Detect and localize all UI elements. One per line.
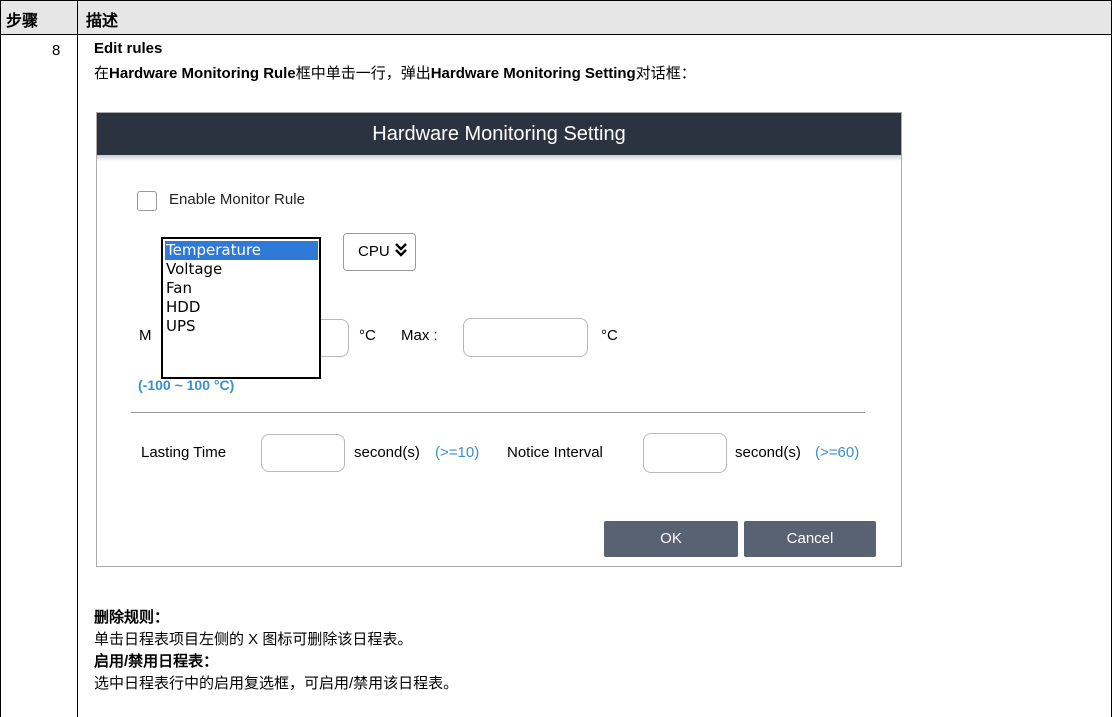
max-unit: °C [601, 327, 618, 344]
option-ups[interactable]: UPS [165, 317, 318, 336]
dialog-title: Hardware Monitoring Setting [97, 113, 901, 155]
enable-monitor-label: Enable Monitor Rule [169, 191, 305, 208]
device-select[interactable]: CPU [343, 233, 416, 271]
max-input[interactable] [463, 318, 588, 357]
table-header-divider [0, 34, 1112, 35]
table-border-left [0, 0, 1, 717]
step-number: 8 [52, 42, 61, 59]
dialog-divider [131, 412, 865, 413]
max-label: Max : [401, 327, 438, 344]
enable-schedule-text: 选中日程表行中的启用复选框，可启用/禁用该日程表。 [94, 675, 459, 692]
option-voltage[interactable]: Voltage [165, 260, 318, 279]
step-intro: 在Hardware Monitoring Rule框中单击一行，弹出Hardwa… [94, 65, 696, 82]
range-hint: (-100 ~ 100 °C) [138, 377, 235, 393]
table-border-right [1111, 0, 1112, 717]
step-table: 步骤 描述 8 Edit rules 在Hardware Monitoring … [0, 0, 1112, 717]
delete-rule-heading: 删除规则： [94, 609, 170, 626]
min-label: M [139, 327, 152, 344]
lasting-time-input[interactable] [261, 434, 345, 472]
notice-interval-hint: (>=60) [815, 444, 860, 461]
hardware-monitoring-dialog: Hardware Monitoring Setting Enable Monit… [96, 112, 902, 567]
type-dropdown-list[interactable]: Temperature Voltage Fan HDD UPS [161, 237, 321, 379]
notice-interval-input[interactable] [643, 433, 727, 473]
notice-interval-label: Notice Interval [507, 444, 603, 461]
chevron-down-icon [394, 242, 408, 262]
lasting-time-hint: (>=10) [435, 444, 480, 461]
option-temperature[interactable]: Temperature [165, 241, 318, 260]
ok-button[interactable]: OK [604, 521, 738, 557]
dialog-title-shadow [97, 155, 901, 161]
step-title: Edit rules [94, 40, 163, 57]
lasting-time-label: Lasting Time [141, 444, 227, 461]
min-unit: °C [359, 327, 376, 344]
table-header [0, 0, 1112, 34]
option-hdd[interactable]: HDD [165, 298, 318, 317]
notice-interval-unit: second(s) [735, 444, 801, 461]
enable-schedule-heading: 启用/禁用日程表： [94, 653, 219, 670]
table-column-divider [77, 0, 78, 717]
table-border-top [0, 0, 1112, 1]
lasting-time-unit: second(s) [354, 444, 420, 461]
header-step: 步骤 [6, 13, 39, 30]
option-fan[interactable]: Fan [165, 279, 318, 298]
delete-rule-text: 单击日程表项目左侧的 X 图标可删除该日程表。 [94, 631, 413, 648]
enable-monitor-checkbox[interactable] [137, 191, 157, 211]
cancel-button[interactable]: Cancel [744, 521, 876, 557]
header-description: 描述 [86, 13, 119, 30]
device-select-value: CPU [358, 243, 390, 260]
